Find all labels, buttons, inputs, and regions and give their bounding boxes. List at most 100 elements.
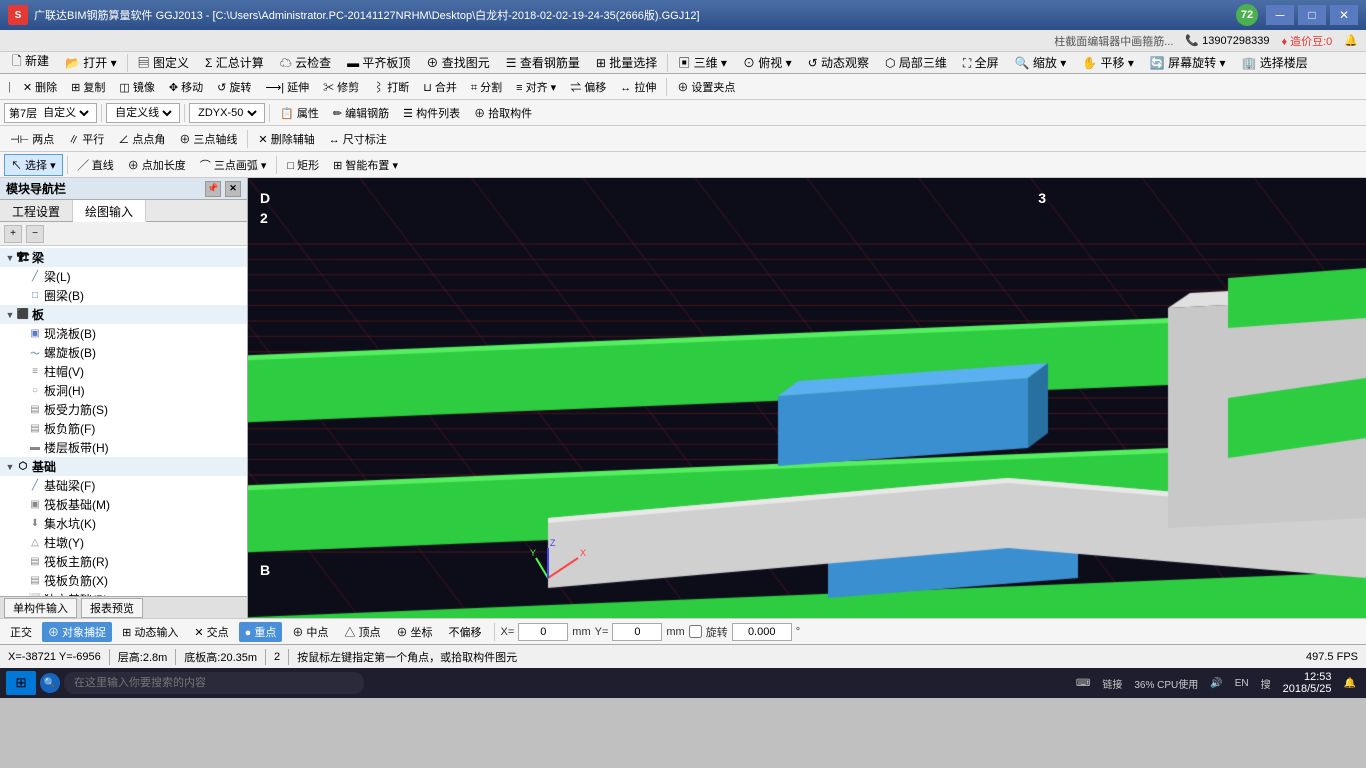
menu-calc[interactable]: Σ 汇总计算 xyxy=(197,52,272,73)
snap-ortho[interactable]: 正交 xyxy=(4,622,38,642)
item-beam-B[interactable]: □ 圈梁(B) xyxy=(0,286,247,305)
item-column-cap[interactable]: ≡ 柱帽(V) xyxy=(0,362,247,381)
three-arc-button[interactable]: ⌒ 三点画弧 ▾ xyxy=(194,155,273,175)
item-raft[interactable]: ▣ 筏板基础(M) xyxy=(0,495,247,514)
floor-dropdown[interactable]: 自定义 xyxy=(39,106,92,120)
snap-midpoint[interactable]: ⊕ 中点 xyxy=(286,622,334,642)
item-slab-rebar[interactable]: ▤ 板受力筋(S) xyxy=(0,400,247,419)
snap-dynamic[interactable]: ⊞ 动态输入 xyxy=(116,622,184,642)
start-button[interactable]: ⊞ xyxy=(6,671,36,695)
select-button[interactable]: ↖ 选择 ▾ xyxy=(4,154,63,176)
merge-button[interactable]: ⊔ 合并 xyxy=(417,77,463,97)
category-beam[interactable]: ▼ 🏗 梁 xyxy=(0,248,247,267)
nav-minus-icon[interactable]: − xyxy=(26,225,44,243)
menu-floor[interactable]: 🏢 选择楼层 xyxy=(1234,52,1316,73)
panel-pin[interactable]: 📌 xyxy=(205,181,221,197)
menu-3d[interactable]: ▣ 三维 ▾ xyxy=(670,52,735,73)
parallel-button[interactable]: ∥ 平行 xyxy=(62,129,110,149)
rotate-button[interactable]: ↺ 旋转 xyxy=(211,77,257,97)
move-button[interactable]: ✥ 移动 xyxy=(163,77,209,97)
tab-drawing-input[interactable]: 绘图输入 xyxy=(73,200,146,222)
category-foundation[interactable]: ▼ ⬡ 基础 xyxy=(0,457,247,476)
split-button[interactable]: ⌗ 分割 xyxy=(465,77,508,97)
rectangle-button[interactable]: □ 矩形 xyxy=(281,155,325,175)
linetype-dropdown[interactable]: 自定义线 xyxy=(111,106,175,120)
menu-viewsteel[interactable]: ☰ 查看钢筋量 xyxy=(498,52,588,73)
floor-select[interactable]: 第7层 自定义 xyxy=(4,103,97,123)
delete-axis-button[interactable]: ✕ 删除辅轴 xyxy=(252,129,320,149)
item-pit[interactable]: ⬇ 集水坑(K) xyxy=(0,514,247,533)
snap-no-offset[interactable]: 不偏移 xyxy=(443,622,488,642)
point-length-button[interactable]: ⊕ 点加长度 xyxy=(122,155,192,175)
extend-button[interactable]: ⟶| 延伸 xyxy=(259,77,315,97)
slab-expander[interactable]: ▼ xyxy=(4,309,16,321)
copy-button[interactable]: ⊞ 复制 xyxy=(65,77,111,97)
item-slab-spiral[interactable]: 〜 螺旋板(B) xyxy=(0,343,247,362)
item-col-pier[interactable]: △ 柱墩(Y) xyxy=(0,533,247,552)
pickup-button[interactable]: ⊕ 拾取构件 xyxy=(468,103,538,123)
menu-open[interactable]: 📂 打开 ▾ xyxy=(57,52,125,73)
menu-cloud[interactable]: ☁ 云检查 xyxy=(272,52,339,73)
snap-intersection[interactable]: ✕ 交点 xyxy=(188,622,234,642)
3d-viewport[interactable]: D 2 3 B X Y Z xyxy=(248,178,1366,618)
trim-button[interactable]: ✂ 修剪 xyxy=(317,77,365,97)
category-slab[interactable]: ▼ ⬛ 板 xyxy=(0,305,247,324)
item-found-beam[interactable]: ╱ 基础梁(F) xyxy=(0,476,247,495)
taskbar-search[interactable] xyxy=(64,672,364,694)
restore-button[interactable]: □ xyxy=(1298,5,1326,25)
rotate-input[interactable] xyxy=(732,623,792,641)
notification-area[interactable]: 🔔 xyxy=(1340,678,1360,689)
close-button[interactable]: ✕ xyxy=(1330,5,1358,25)
minimize-button[interactable]: － xyxy=(1266,5,1294,25)
menu-rotate[interactable]: 🔄 屏幕旋转 ▾ xyxy=(1142,52,1234,73)
menu-new[interactable]: 🗋 新建 xyxy=(4,50,57,75)
component-list-button[interactable]: ☰ 构件列表 xyxy=(397,103,466,123)
volume-icon[interactable]: 🔊 xyxy=(1206,678,1226,689)
dimension-button[interactable]: ↔ 尺寸标注 xyxy=(323,129,393,149)
align-button[interactable]: ≡ 对齐 ▾ xyxy=(510,77,562,97)
zdyx-dropdown[interactable]: ZDYX-50 xyxy=(194,106,260,120)
item-slab-cast[interactable]: ▣ 现浇板(B) xyxy=(0,324,247,343)
property-button[interactable]: 📋 属性 xyxy=(274,103,325,123)
linetype-select[interactable]: 自定义线 xyxy=(106,103,180,123)
item-slab-neg-rebar[interactable]: ▤ 板负筋(F) xyxy=(0,419,247,438)
edit-rebar-button[interactable]: ✏ 编辑钢筋 xyxy=(327,103,395,123)
rotate-checkbox[interactable] xyxy=(689,625,702,638)
menu-fullscreen[interactable]: ⛶ 全屏 xyxy=(955,52,1007,73)
item-slab-hole[interactable]: ○ 板洞(H) xyxy=(0,381,247,400)
x-input[interactable] xyxy=(518,623,568,641)
menu-top[interactable]: ⊙ 俯视 ▾ xyxy=(735,52,800,73)
beam-expander[interactable]: ▼ xyxy=(4,252,16,264)
found-expander[interactable]: ▼ xyxy=(4,461,16,473)
notification-icon[interactable]: 🔔 xyxy=(1344,34,1358,47)
menu-align[interactable]: ▬ 平齐板顶 xyxy=(339,52,418,73)
snap-coords[interactable]: ⊕ 坐标 xyxy=(390,622,438,642)
item-beam-L[interactable]: ╱ 梁(L) xyxy=(0,267,247,286)
stretch-button[interactable]: ↔ 拉伸 xyxy=(614,77,662,97)
two-point-button[interactable]: ⊣⊢ 两点 xyxy=(4,129,60,149)
item-raft-main-rebar[interactable]: ▤ 筏板主筋(R) xyxy=(0,552,247,571)
menu-pan[interactable]: ✋ 平移 ▾ xyxy=(1074,52,1142,73)
snap-midpoint-heavy[interactable]: ● 重点 xyxy=(239,622,283,642)
snap-object[interactable]: ⊕ 对象捕捉 xyxy=(42,622,112,642)
menu-batch[interactable]: ⊞ 批量选择 xyxy=(588,52,665,73)
report-preview-button[interactable]: 报表预览 xyxy=(81,598,143,618)
menu-orbit[interactable]: ↺ 动态观察 xyxy=(800,52,877,73)
setgrip-button[interactable]: ⊕ 设置夹点 xyxy=(671,77,741,97)
y-input[interactable] xyxy=(612,623,662,641)
item-floor-band[interactable]: ▬ 楼层板带(H) xyxy=(0,438,247,457)
menu-define[interactable]: ▤ 图定义 xyxy=(130,52,197,73)
tab-project-settings[interactable]: 工程设置 xyxy=(0,200,73,221)
snap-vertex[interactable]: △ 顶点 xyxy=(338,622,386,642)
zdyx-select[interactable]: ZDYX-50 xyxy=(189,103,265,123)
smart-layout-button[interactable]: ⊞ 智能布置 ▾ xyxy=(327,155,404,175)
menu-find[interactable]: ⊕ 查找图元 xyxy=(418,52,497,73)
delete-button[interactable]: ✕ 删除 xyxy=(17,77,63,97)
item-raft-neg-rebar[interactable]: ▤ 筏板负筋(X) xyxy=(0,571,247,590)
offset-button[interactable]: ⇌ 偏移 xyxy=(564,77,612,97)
search-icon[interactable]: 🔍 xyxy=(40,673,60,693)
mirror-button[interactable]: ◫ 镜像 xyxy=(113,77,160,97)
panel-close[interactable]: ✕ xyxy=(225,181,241,197)
menu-local3d[interactable]: ⬡ 局部三维 xyxy=(877,52,955,73)
three-point-axis-button[interactable]: ⊕ 三点轴线 xyxy=(173,129,243,149)
